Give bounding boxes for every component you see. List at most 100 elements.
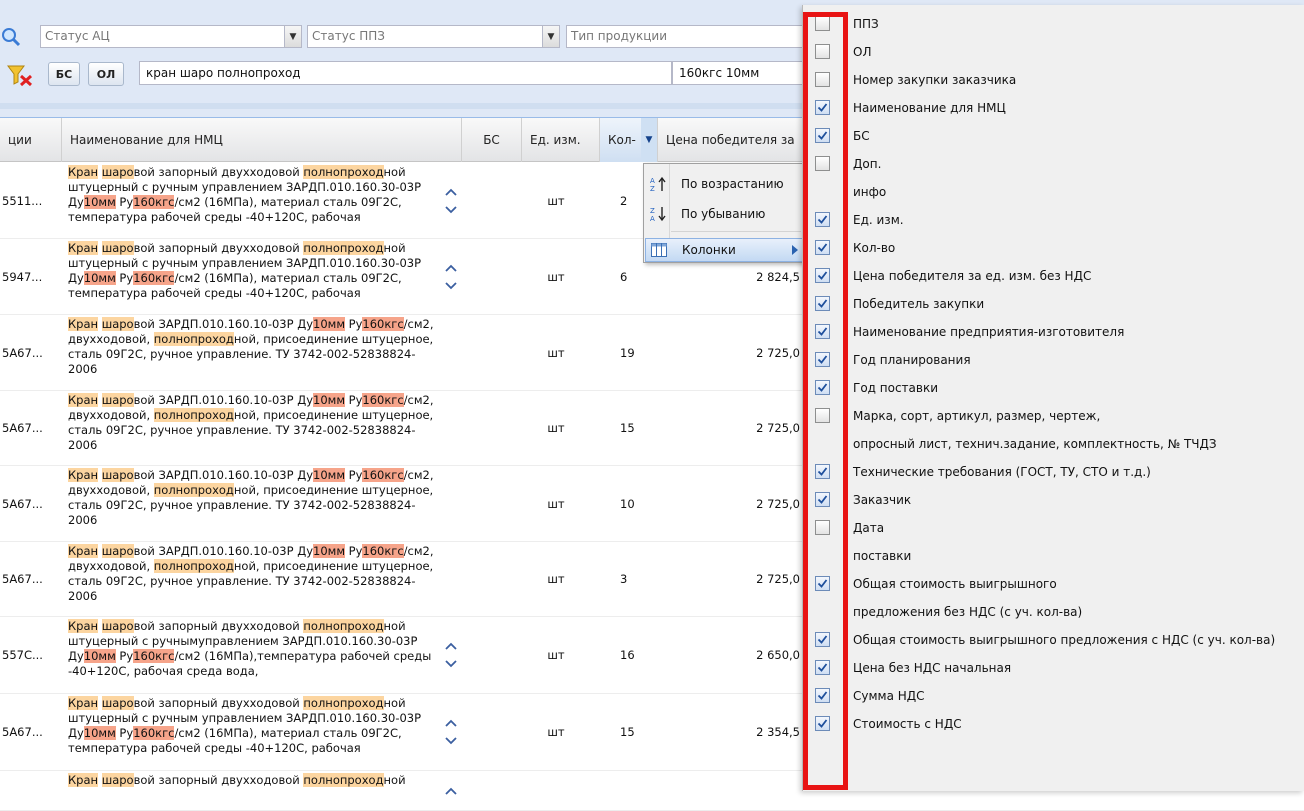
column-toggle-label: Общая стоимость выигрышного предложения … bbox=[853, 633, 1276, 647]
row-text-scroller[interactable] bbox=[440, 239, 462, 314]
column-toggle-item[interactable]: Дата поставки bbox=[803, 517, 1303, 573]
chevron-down-icon[interactable] bbox=[445, 657, 457, 671]
checkbox-unchecked[interactable] bbox=[815, 156, 830, 171]
columns-menu-item[interactable]: Колонки bbox=[645, 238, 805, 262]
column-toggle-item[interactable]: Стоимость с НДС bbox=[803, 713, 1303, 741]
row-text-scroller[interactable] bbox=[440, 694, 462, 770]
column-toggle-item[interactable]: Цена без НДС начальная bbox=[803, 657, 1303, 685]
checkbox-checked[interactable] bbox=[815, 464, 830, 479]
chevron-up-icon[interactable] bbox=[445, 639, 457, 653]
column-header-price[interactable]: Цена победителя за bbox=[658, 118, 804, 162]
column-toggle-item[interactable]: Ед. изм. bbox=[803, 209, 1303, 237]
checkbox-unchecked[interactable] bbox=[815, 16, 830, 31]
name-text: вой запорный двухходовой bbox=[133, 619, 304, 633]
column-header-bs[interactable]: БС bbox=[462, 118, 522, 162]
row-qty: 15 bbox=[620, 725, 635, 739]
chevron-down-icon[interactable] bbox=[445, 279, 457, 293]
search-highlight: шаро bbox=[101, 393, 134, 407]
column-toggle-item[interactable]: Победитель закупки bbox=[803, 293, 1303, 321]
column-header-name[interactable]: Наименование для НМЦ bbox=[62, 118, 462, 162]
checkbox-checked[interactable] bbox=[815, 240, 830, 255]
svg-text:Z: Z bbox=[650, 185, 655, 193]
checkbox-unchecked[interactable] bbox=[815, 408, 830, 423]
checkmark-icon bbox=[817, 271, 828, 280]
clear-filter-icon[interactable] bbox=[6, 63, 36, 87]
column-toggle-item[interactable]: Марка, сорт, артикул, размер, чертеж, опр… bbox=[803, 405, 1303, 461]
search-query-input[interactable]: кран шаро полнопроход bbox=[139, 61, 672, 85]
checkbox-checked[interactable] bbox=[815, 212, 830, 227]
checkbox-checked[interactable] bbox=[815, 492, 830, 507]
column-toggle-item[interactable]: ОЛ bbox=[803, 41, 1303, 69]
chevron-down-icon[interactable] bbox=[445, 734, 457, 748]
column-toggle-item[interactable]: Год поставки bbox=[803, 377, 1303, 405]
column-toggle-item[interactable]: Технические требования (ГОСТ, ТУ, СТО и … bbox=[803, 461, 1303, 489]
search-highlight: Кран bbox=[68, 393, 99, 407]
row-text-scroller[interactable] bbox=[440, 617, 462, 693]
checkbox-checked[interactable] bbox=[815, 268, 830, 283]
column-header-menu: A Z По возрастанию Z A По убыванию Колон… bbox=[643, 163, 806, 263]
column-toggle-item[interactable]: Доп. инфо bbox=[803, 153, 1303, 209]
search-highlight: полнопроход bbox=[153, 408, 234, 422]
product-type-combo[interactable]: Тип продукции bbox=[566, 25, 806, 48]
sort-ascending-icon: A Z bbox=[645, 175, 671, 193]
checkbox-checked[interactable] bbox=[815, 100, 830, 115]
search-highlight: шаро bbox=[101, 165, 134, 179]
column-toggle-item[interactable]: Кол-во bbox=[803, 237, 1303, 265]
column-toggle-item[interactable]: Цена победителя за ед. изм. без НДС bbox=[803, 265, 1303, 293]
checkbox-unchecked[interactable] bbox=[815, 72, 830, 87]
column-toggle-label: БС bbox=[853, 129, 870, 143]
column-toggle-item[interactable]: Заказчик bbox=[803, 489, 1303, 517]
checkbox-checked[interactable] bbox=[815, 576, 830, 591]
column-header-unit[interactable]: Ед. изм. bbox=[522, 118, 600, 162]
chevron-down-icon[interactable]: ▼ bbox=[284, 26, 301, 47]
column-toggle-item[interactable]: Сумма НДС bbox=[803, 685, 1303, 713]
checkbox-checked[interactable] bbox=[815, 352, 830, 367]
checkbox-checked[interactable] bbox=[815, 716, 830, 731]
chevron-down-icon[interactable] bbox=[445, 203, 457, 217]
search-param-input[interactable]: 160кгс 10мм bbox=[672, 61, 806, 85]
row-text-scroller[interactable] bbox=[440, 163, 462, 238]
checkbox-checked[interactable] bbox=[815, 296, 830, 311]
search-icon[interactable] bbox=[0, 26, 22, 48]
column-toggle-item[interactable]: Наименование для НМЦ bbox=[803, 97, 1303, 125]
checkbox-checked[interactable] bbox=[815, 324, 830, 339]
column-toggle-item[interactable]: Наименование предприятия-изготовителя bbox=[803, 321, 1303, 349]
column-toggle-item[interactable]: Общая стоимость выигрышного предложения б… bbox=[803, 573, 1303, 629]
checkbox-unchecked[interactable] bbox=[815, 44, 830, 59]
search-highlight: 10мм bbox=[313, 393, 345, 407]
chevron-up-icon[interactable] bbox=[445, 261, 457, 275]
sort-descending-item[interactable]: Z A По убыванию bbox=[645, 202, 805, 226]
column-menu-trigger[interactable]: ▼ bbox=[641, 118, 657, 162]
status-ppz-combo[interactable]: Статус ППЗ ▼ bbox=[307, 25, 560, 48]
name-text: Ру bbox=[345, 544, 363, 558]
column-toggle-label: ППЗ bbox=[853, 17, 879, 31]
row-qty: 15 bbox=[620, 421, 635, 435]
bs-button[interactable]: БС bbox=[48, 62, 80, 86]
checkbox-checked[interactable] bbox=[815, 380, 830, 395]
column-toggle-label: Цена без НДС начальная bbox=[853, 661, 1012, 675]
checkbox-checked[interactable] bbox=[815, 660, 830, 675]
status-ac-combo[interactable]: Статус АЦ ▼ bbox=[40, 25, 302, 48]
checkbox-unchecked[interactable] bbox=[815, 520, 830, 535]
column-header-code[interactable]: ции bbox=[0, 118, 62, 162]
checkmark-icon bbox=[817, 691, 828, 700]
sort-ascending-item[interactable]: A Z По возрастанию bbox=[645, 172, 805, 196]
checkmark-icon bbox=[817, 215, 828, 224]
chevron-down-icon[interactable]: ▼ bbox=[542, 26, 559, 47]
checkbox-checked[interactable] bbox=[815, 128, 830, 143]
column-toggle-item[interactable]: Номер закупки заказчика bbox=[803, 69, 1303, 97]
column-toggle-item[interactable]: БС bbox=[803, 125, 1303, 153]
ol-button[interactable]: ОЛ bbox=[88, 62, 124, 86]
name-text: вой ЗАРДП.010.160.10-03Р Ду bbox=[133, 544, 314, 558]
chevron-up-icon[interactable] bbox=[445, 185, 457, 199]
column-toggle-item[interactable]: ППЗ bbox=[803, 13, 1303, 41]
chevron-up-icon[interactable] bbox=[445, 716, 457, 730]
checkbox-checked[interactable] bbox=[815, 688, 830, 703]
column-toggle-item[interactable]: Год планирования bbox=[803, 349, 1303, 377]
checkbox-checked[interactable] bbox=[815, 632, 830, 647]
column-header-qty[interactable]: Кол- ▼ bbox=[600, 118, 658, 162]
column-toggle-label: Год поставки bbox=[853, 381, 939, 395]
row-unit: шт bbox=[547, 496, 565, 511]
column-toggle-item[interactable]: Общая стоимость выигрышного предложения … bbox=[803, 629, 1303, 657]
checkmark-icon bbox=[817, 355, 828, 364]
